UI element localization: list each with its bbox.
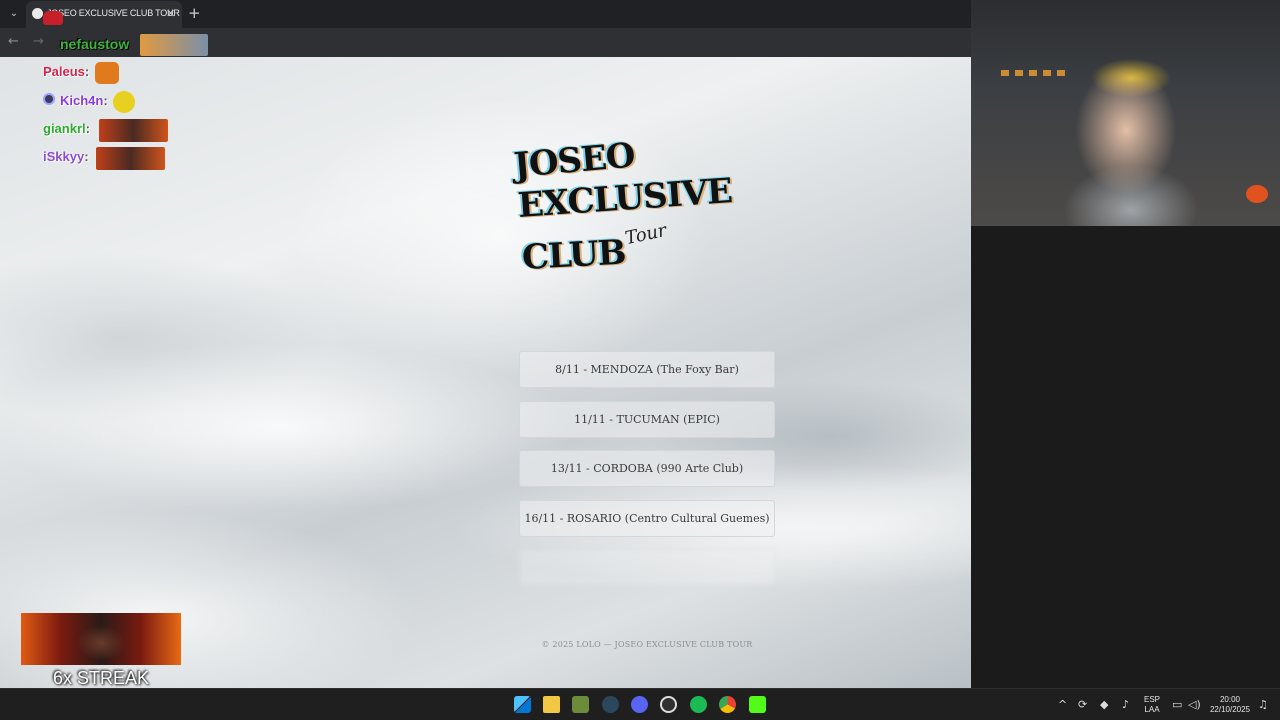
eye-badge-icon <box>43 93 55 105</box>
streak-overlay-image <box>21 613 181 665</box>
new-tab-button[interactable]: + <box>188 4 201 22</box>
tour-logo: JOSEO EXCLUSIVE CLUB Tour <box>510 136 780 292</box>
network-icon[interactable]: ▭ <box>1172 698 1182 711</box>
sync-icon[interactable]: ⟳ <box>1078 698 1087 711</box>
pumpkin-decoration <box>1246 185 1268 203</box>
chat-emote-image <box>99 119 168 142</box>
windows-taskbar: ^ ⟳ ◆ ♪ ESP LAA ▭ ◁) 20:00 22/10/2025 ♫ <box>0 688 1280 720</box>
back-arrow-icon[interactable]: ← <box>8 34 19 49</box>
chat-username: giankrl: <box>43 121 90 136</box>
chat-username: Kich4n: <box>60 93 108 108</box>
red-hat-emote-icon <box>43 11 63 25</box>
tab-list-button[interactable]: ⌄ <box>6 6 22 22</box>
tour-date-button[interactable]: 13/11 - CORDOBA (990 Arte Club) <box>519 450 775 487</box>
browser-tab-strip: ⌄ JOSEO EXCLUSIVE CLUB TOUR ✕ + <box>0 0 971 28</box>
tour-date-button[interactable]: 11/11 - TUCUMAN (EPIC) <box>519 400 775 438</box>
tour-date-button[interactable]: 8/11 - MENDOZA (The Foxy Bar) <box>519 351 775 388</box>
tab-title: JOSEO EXCLUSIVE CLUB TOUR <box>47 8 180 18</box>
chat-username: iSkkyy: <box>43 149 89 164</box>
logo-script-tour: Tour <box>623 219 669 250</box>
kick-icon[interactable] <box>749 696 766 713</box>
tour-date-button[interactable]: 16/11 - ROSARIO (Centro Cultural Guemes) <box>519 499 775 537</box>
tour-date-button-hidden[interactable] <box>519 549 775 586</box>
windows-start-icon[interactable] <box>514 696 531 713</box>
obs-icon[interactable] <box>660 696 677 713</box>
language-indicator[interactable]: ESP LAA <box>1140 695 1164 715</box>
tab-favicon-icon <box>32 8 43 19</box>
tour-dates-list: 8/11 - MENDOZA (The Foxy Bar) 11/11 - TU… <box>519 351 775 599</box>
file-explorer-icon[interactable] <box>543 696 560 713</box>
streamer-webcam <box>971 0 1280 226</box>
streak-counter: 6x STREAK <box>52 668 150 688</box>
notification-bell-icon[interactable]: ♫ <box>1258 698 1268 711</box>
halloween-lights-decoration <box>1001 70 1071 76</box>
chat-emote-image <box>95 62 119 84</box>
forward-arrow-icon[interactable]: → <box>33 34 44 49</box>
chat-emote-image <box>140 34 208 56</box>
logo-line-3: CLUB <box>520 232 627 278</box>
chat-emote-image <box>113 91 135 113</box>
clock[interactable]: 20:00 22/10/2025 <box>1206 695 1254 715</box>
shield-icon[interactable]: ◆ <box>1100 698 1108 711</box>
game-launcher-icon[interactable] <box>572 696 589 713</box>
spotify-icon[interactable] <box>690 696 707 713</box>
discord-icon[interactable] <box>631 696 648 713</box>
tab-close-icon[interactable]: ✕ <box>166 7 175 20</box>
steam-icon[interactable] <box>602 696 619 713</box>
chat-username: Paleus: <box>43 64 90 79</box>
chat-username: nefaustow <box>60 36 130 52</box>
chrome-icon[interactable] <box>719 696 736 713</box>
microphone-icon[interactable]: ♪ <box>1122 698 1129 711</box>
chevron-up-icon[interactable]: ^ <box>1058 698 1067 711</box>
volume-icon[interactable]: ◁) <box>1188 698 1201 711</box>
chat-emote-image <box>96 147 165 170</box>
